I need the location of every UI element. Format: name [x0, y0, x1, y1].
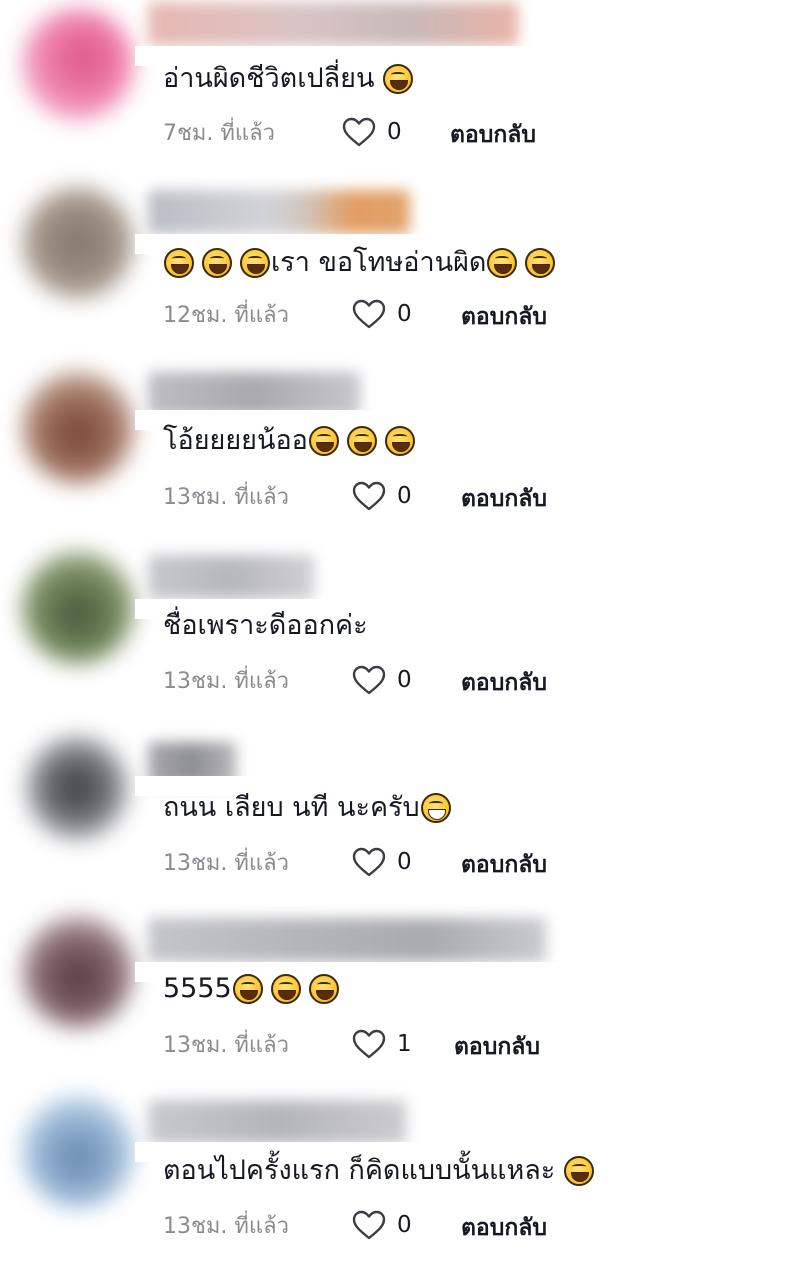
face-with-tears-of-joy-icon: [487, 248, 518, 278]
comment-text-content: อ่านผิดชีวิตเปลี่ยน: [163, 63, 375, 94]
heart-outline-icon[interactable]: [351, 298, 387, 330]
comment-meta: 7ชม. ที่แล้ว: [163, 116, 275, 148]
heart-outline-icon[interactable]: [351, 1028, 387, 1060]
like-button[interactable]: 0: [351, 846, 412, 878]
comment-meta: 13ชม. ที่แล้ว: [163, 664, 289, 696]
reply-button[interactable]: ตอบกลับ: [454, 1029, 540, 1065]
comment-item: อ่านผิดชีวิตเปลี่ยน 7ชม. ที่แล้ว 0 ตอบกล…: [0, 0, 800, 180]
comment-timestamp: 12ชม. ที่แล้ว: [163, 302, 289, 328]
comment-text: โอ้ยยยยน้ออ: [163, 423, 416, 459]
reply-button[interactable]: ตอบกลับ: [461, 665, 547, 701]
avatar[interactable]: [22, 552, 134, 664]
username-blurred[interactable]: [148, 1100, 406, 1144]
reply-button[interactable]: ตอบกลับ: [450, 117, 536, 153]
heart-outline-icon[interactable]: [351, 664, 387, 696]
like-count: 0: [397, 849, 412, 875]
face-with-tears-of-joy-icon: [384, 426, 415, 456]
face-with-tears-of-joy-icon: [240, 248, 270, 278]
comment-timestamp: 13ชม. ที่แล้ว: [163, 850, 289, 876]
like-count: 1: [397, 1031, 412, 1057]
like-count: 0: [397, 1212, 412, 1238]
comment-timestamp: 13ชม. ที่แล้ว: [163, 1213, 289, 1239]
comment-text: ตอนไปครั้งแรก ก็คิดแบบนั้นแหละ: [163, 1153, 595, 1189]
comment-item: 5555 13ชม. ที่แล้ว 1 ตอบกลับ: [0, 910, 800, 1090]
comment-meta: 13ชม. ที่แล้ว: [163, 1028, 289, 1060]
comment-timestamp: 13ชม. ที่แล้ว: [163, 1032, 289, 1058]
comment-item: โอ้ยยยยน้ออ 13ชม. ที่แล้ว 0 ตอบกลับ: [0, 364, 800, 544]
heart-outline-icon[interactable]: [351, 846, 387, 878]
avatar[interactable]: [22, 916, 134, 1028]
avatar[interactable]: [22, 8, 134, 120]
like-button[interactable]: 1: [351, 1028, 412, 1060]
avatar[interactable]: [26, 736, 128, 840]
comment-item: ชื่อเพราะดีออกค่ะ 13ชม. ที่แล้ว 0 ตอบกลั…: [0, 546, 800, 726]
username-blurred[interactable]: [148, 555, 314, 599]
comment-text: 5555: [163, 971, 340, 1007]
comment-item: เรา ขอโทษอ่านผิด 12ชม. ที่แล้ว 0 ตอบกลับ: [0, 182, 800, 362]
comment-text-content: โอ้ยยยยน้ออ: [163, 425, 308, 456]
reply-button[interactable]: ตอบกลับ: [461, 299, 547, 335]
face-with-tears-of-joy-icon: [308, 426, 339, 456]
comment-meta: 13ชม. ที่แล้ว: [163, 480, 289, 512]
comment-item: ถนน เลียบ นที นะครับ 13ชม. ที่แล้ว 0 ตอบ…: [0, 728, 800, 908]
heart-outline-icon[interactable]: [351, 480, 387, 512]
comment-text-content: ตอนไปครั้งแรก ก็คิดแบบนั้นแหละ: [163, 1155, 556, 1186]
grinning-face-icon: [420, 793, 451, 823]
face-with-tears-of-joy-icon: [164, 248, 194, 278]
like-button[interactable]: 0: [341, 116, 402, 148]
comment-meta: 13ชม. ที่แล้ว: [163, 846, 289, 878]
username-blurred[interactable]: [148, 2, 518, 46]
comment-text-content: เรา ขอโทษอ่านผิด: [271, 247, 487, 278]
heart-outline-icon[interactable]: [351, 1209, 387, 1241]
avatar[interactable]: [22, 187, 134, 299]
reply-button[interactable]: ตอบกลับ: [461, 481, 547, 517]
comment-text-content: 5555: [163, 973, 232, 1004]
comment-text: เรา ขอโทษอ่านผิด: [163, 245, 556, 281]
face-with-tears-of-joy-icon: [202, 248, 232, 278]
reply-button[interactable]: ตอบกลับ: [461, 847, 547, 883]
face-with-tears-of-joy-icon: [308, 974, 339, 1004]
face-with-tears-of-joy-icon: [525, 248, 556, 278]
comment-timestamp: 13ชม. ที่แล้ว: [163, 484, 289, 510]
comment-text: ถนน เลียบ นที นะครับ: [163, 790, 452, 826]
face-with-tears-of-joy-icon: [383, 64, 414, 94]
comment-text: ชื่อเพราะดีออกค่ะ: [163, 608, 368, 644]
comment-timestamp: 13ชม. ที่แล้ว: [163, 668, 289, 694]
heart-outline-icon[interactable]: [341, 116, 377, 148]
like-count: 0: [397, 301, 412, 327]
like-count: 0: [387, 119, 402, 145]
avatar[interactable]: [22, 1096, 134, 1208]
username-blurred[interactable]: [148, 190, 410, 234]
comment-text-content: ถนน เลียบ นที นะครับ: [163, 792, 420, 823]
like-button[interactable]: 0: [351, 480, 412, 512]
reply-button[interactable]: ตอบกลับ: [461, 1210, 547, 1246]
comment-meta: 13ชม. ที่แล้ว: [163, 1209, 289, 1241]
face-with-tears-of-joy-icon: [564, 1156, 595, 1186]
face-with-tears-of-joy-icon: [232, 974, 263, 1004]
comment-text: อ่านผิดชีวิตเปลี่ยน: [163, 61, 414, 97]
face-with-tears-of-joy-icon: [270, 974, 301, 1004]
face-with-tears-of-joy-icon: [346, 426, 377, 456]
comment-meta: 12ชม. ที่แล้ว: [163, 298, 289, 330]
comment-timestamp: 7ชม. ที่แล้ว: [163, 120, 275, 146]
comment-text-content: ชื่อเพราะดีออกค่ะ: [163, 610, 368, 641]
username-blurred[interactable]: [148, 918, 546, 962]
like-button[interactable]: 0: [351, 664, 412, 696]
like-button[interactable]: 0: [351, 1209, 412, 1241]
like-button[interactable]: 0: [351, 298, 412, 330]
like-count: 0: [397, 667, 412, 693]
comment-item: ตอนไปครั้งแรก ก็คิดแบบนั้นแหละ 13ชม. ที่…: [0, 1092, 800, 1272]
like-count: 0: [397, 483, 412, 509]
avatar[interactable]: [22, 372, 134, 484]
